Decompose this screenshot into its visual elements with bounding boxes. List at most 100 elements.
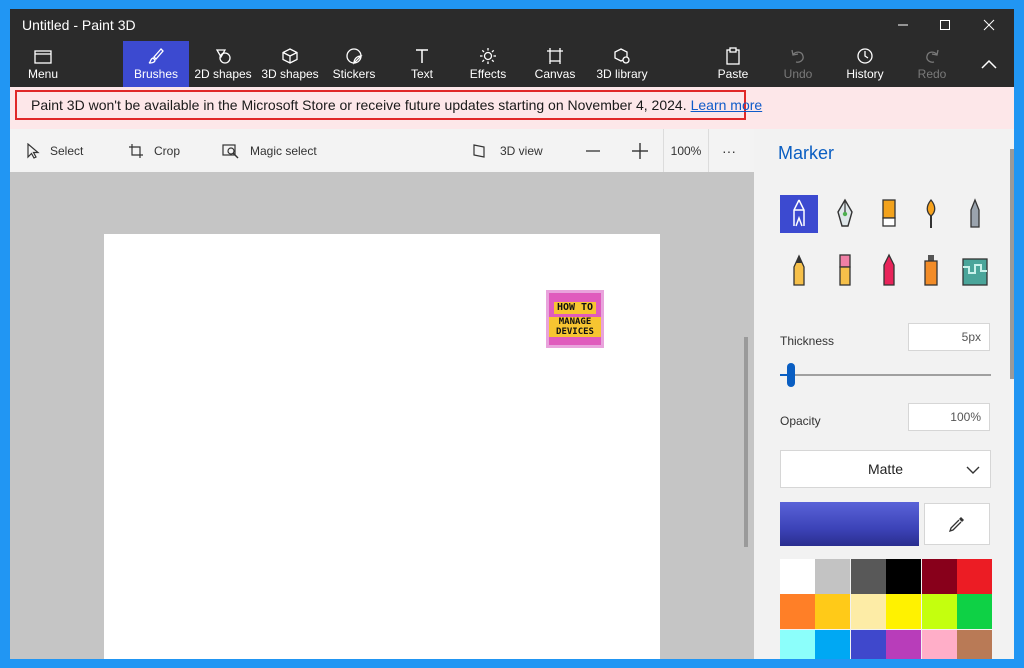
how-to-manage-devices-logo[interactable]: HOW TO MANAGE DEVICES bbox=[546, 290, 604, 348]
eyedropper-icon bbox=[948, 517, 964, 533]
palette-color-11[interactable] bbox=[921, 594, 957, 630]
zoom-out-button[interactable] bbox=[585, 129, 611, 172]
3d-shapes-tab[interactable]: 3D shapes bbox=[260, 41, 320, 87]
brush-panel: Marker Thickness 5px Opacity 100% Matte bbox=[764, 129, 1014, 659]
maximize-icon bbox=[940, 20, 950, 30]
sticker-icon bbox=[345, 45, 363, 67]
eraser-brush[interactable] bbox=[826, 251, 864, 289]
3d-library-tab[interactable]: 3D library bbox=[592, 41, 652, 87]
minus-icon bbox=[585, 143, 601, 159]
crayon-brush[interactable] bbox=[870, 251, 908, 289]
banner-message: Paint 3D won't be available in the Micro… bbox=[31, 97, 687, 113]
drawing-canvas[interactable]: HOW TO MANAGE DEVICES bbox=[104, 234, 660, 659]
maximize-button[interactable] bbox=[922, 9, 968, 41]
calligraphy-pen-icon bbox=[837, 198, 853, 227]
crop-label: Crop bbox=[154, 143, 181, 158]
pixel-pen-brush[interactable] bbox=[956, 195, 994, 233]
banner-highlight-box: Paint 3D won't be available in the Micro… bbox=[15, 90, 762, 120]
3d-library-icon bbox=[613, 45, 631, 67]
crop-icon bbox=[128, 143, 144, 159]
canvas-tab[interactable]: Canvas bbox=[531, 41, 579, 87]
ribbon: Menu Brushes 2D shapes 3D shapes Sticker… bbox=[10, 41, 1014, 87]
palette-color-17[interactable] bbox=[921, 629, 957, 659]
palette-color-7[interactable] bbox=[780, 594, 815, 630]
brushes-tab[interactable]: Brushes bbox=[123, 41, 189, 87]
palette-color-3[interactable] bbox=[850, 559, 886, 594]
3d-view-label: 3D view bbox=[500, 143, 543, 158]
paste-label: Paste bbox=[717, 67, 749, 81]
3d-library-label: 3D library bbox=[596, 67, 648, 81]
palette-color-9[interactable] bbox=[850, 594, 886, 630]
thickness-slider-thumb[interactable] bbox=[786, 363, 795, 387]
effects-tab[interactable]: Effects bbox=[465, 41, 511, 87]
thickness-slider-track[interactable] bbox=[780, 374, 991, 376]
opacity-input[interactable]: 100% bbox=[908, 403, 990, 431]
select-label: Select bbox=[50, 143, 84, 158]
watercolor-brush[interactable] bbox=[912, 195, 950, 233]
magic-select-label: Magic select bbox=[250, 143, 317, 158]
text-icon bbox=[413, 45, 431, 67]
3d-view-button[interactable]: 3D view bbox=[472, 129, 543, 172]
history-label: History bbox=[846, 67, 884, 81]
text-label: Text bbox=[410, 67, 433, 81]
palette-color-8[interactable] bbox=[815, 594, 851, 630]
2d-shapes-tab[interactable]: 2D shapes bbox=[193, 41, 253, 87]
menu-button[interactable]: Menu bbox=[18, 41, 68, 87]
palette-color-16[interactable] bbox=[886, 629, 922, 659]
marker-brush[interactable] bbox=[780, 195, 818, 233]
palette-color-2[interactable] bbox=[815, 559, 851, 594]
paint3d-window: Untitled - Paint 3D Menu Brushes 2D shap… bbox=[10, 9, 1014, 659]
canvas-label: Canvas bbox=[534, 67, 576, 81]
palette-color-18[interactable] bbox=[957, 629, 992, 659]
3d-shapes-label: 3D shapes bbox=[261, 67, 319, 81]
current-color-swatch[interactable] bbox=[780, 502, 919, 546]
palette-color-10[interactable] bbox=[886, 594, 922, 630]
spray-can-brush[interactable] bbox=[912, 251, 950, 289]
text-tab[interactable]: Text bbox=[402, 41, 442, 87]
chevron-up-icon bbox=[981, 53, 997, 75]
oil-brush[interactable] bbox=[870, 195, 908, 233]
undo-button[interactable]: Undo bbox=[781, 41, 815, 87]
minimize-icon bbox=[898, 24, 908, 26]
learn-more-link[interactable]: Learn more bbox=[691, 97, 763, 113]
canvas-scrollbar[interactable] bbox=[744, 337, 748, 547]
undo-icon bbox=[789, 45, 807, 67]
stickers-tab[interactable]: Stickers bbox=[328, 41, 380, 87]
zoom-level[interactable]: 100% bbox=[663, 129, 709, 172]
palette-color-4[interactable] bbox=[886, 559, 922, 594]
crop-tool-button[interactable]: Crop bbox=[128, 129, 180, 172]
palette-color-15[interactable] bbox=[850, 629, 886, 659]
more-options-button[interactable]: ··· bbox=[722, 129, 736, 172]
history-button[interactable]: History bbox=[844, 41, 886, 87]
deprecation-banner: Paint 3D won't be available in the Micro… bbox=[10, 87, 1014, 129]
thickness-input[interactable]: 5px bbox=[908, 323, 990, 351]
eyedropper-button[interactable] bbox=[924, 503, 990, 545]
palette-color-1[interactable] bbox=[780, 559, 815, 594]
palette-color-13[interactable] bbox=[780, 629, 815, 659]
collapse-ribbon-button[interactable] bbox=[976, 41, 1002, 87]
zoom-in-button[interactable] bbox=[631, 129, 659, 172]
canvas-area[interactable]: HOW TO MANAGE DEVICES bbox=[10, 172, 754, 659]
fill-bucket-brush[interactable] bbox=[956, 251, 994, 289]
panel-scrollbar[interactable] bbox=[1010, 149, 1014, 379]
canvas-toolbar: Select Crop Magic select 3D view 100% ··… bbox=[10, 129, 754, 173]
undo-label: Undo bbox=[783, 67, 813, 81]
pencil-brush[interactable] bbox=[780, 251, 818, 289]
finish-dropdown[interactable]: Matte bbox=[780, 450, 991, 488]
palette-color-12[interactable] bbox=[957, 594, 992, 630]
paste-button[interactable]: Paste bbox=[713, 41, 753, 87]
redo-button[interactable]: Redo bbox=[916, 41, 948, 87]
pixel-pen-icon bbox=[970, 198, 980, 228]
magic-select-icon bbox=[222, 143, 240, 159]
calligraphy-pen-brush[interactable] bbox=[826, 195, 864, 233]
palette-color-14[interactable] bbox=[815, 629, 851, 659]
minimize-button[interactable] bbox=[880, 9, 926, 41]
window-title: Untitled - Paint 3D bbox=[22, 17, 136, 33]
clipboard-icon bbox=[724, 45, 742, 67]
close-icon bbox=[983, 19, 995, 31]
palette-color-6[interactable] bbox=[957, 559, 992, 594]
select-tool-button[interactable]: Select bbox=[26, 129, 83, 172]
magic-select-button[interactable]: Magic select bbox=[222, 129, 317, 172]
palette-color-5[interactable] bbox=[921, 559, 957, 594]
close-button[interactable] bbox=[966, 9, 1012, 41]
